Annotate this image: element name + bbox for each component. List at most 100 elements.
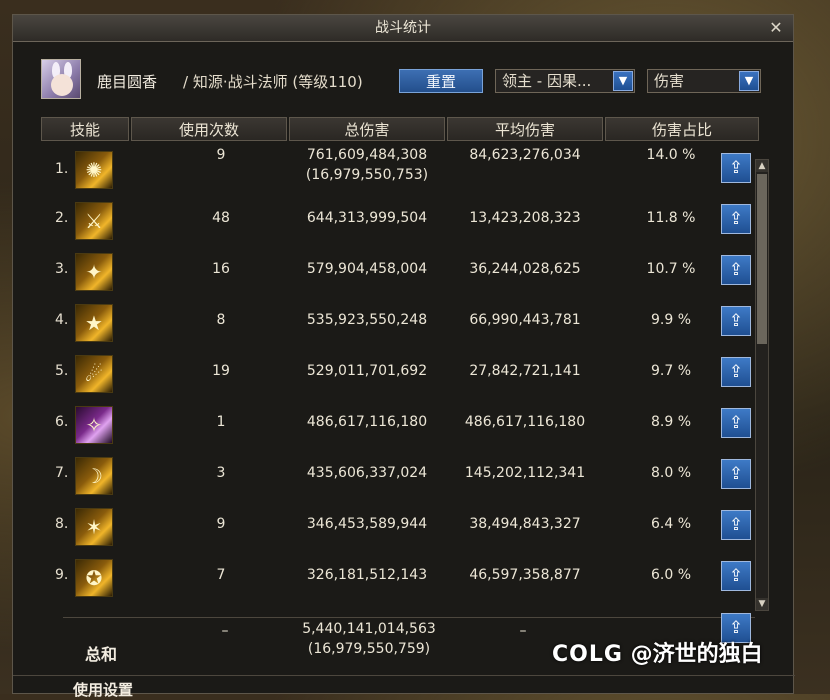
table-row: 8. ✶ 9 346,453,589,944 38,494,843,327 6.4 % ⇪ xyxy=(41,502,759,553)
row-total: 346,453,589,944 xyxy=(306,516,428,532)
row-avg: 486,617,116,180 xyxy=(464,414,586,430)
table-row: 6. ✧ 1 486,617,116,180 486,617,116,180 8.9 % ⇪ xyxy=(41,400,759,451)
row-pct: 14.0 % xyxy=(646,147,696,163)
share-icon[interactable]: ⇪ xyxy=(721,357,751,387)
row-uses: 19 xyxy=(212,363,230,379)
settings-button[interactable]: 使用设置 xyxy=(73,679,133,700)
total-damage-sub: (16,979,550,759) xyxy=(307,641,431,657)
scroll-down-icon[interactable]: ▼ xyxy=(756,598,768,610)
row-uses: 9 xyxy=(216,147,226,163)
row-total: 535,923,550,248 xyxy=(306,312,428,328)
skill-icon[interactable]: ☄ xyxy=(75,355,113,393)
table-row: 1. ✺ 9 761,609,484,308 (16,979,550,753) 84,62… xyxy=(41,145,759,196)
row-uses: 8 xyxy=(216,312,226,328)
table-row: 2. ⚔ 48 644,313,999,504 13,423,208,323 11.8 %… xyxy=(41,196,759,247)
row-total: 579,904,458,004 xyxy=(306,261,428,277)
watermark-brand: COLG xyxy=(552,642,623,667)
table-row: 3. ✦ 16 579,904,458,004 36,244,028,625 10.7 %… xyxy=(41,247,759,298)
share-icon[interactable]: ⇪ xyxy=(721,306,751,336)
row-pct: 8.9 % xyxy=(650,414,692,430)
chevron-down-icon: ▼ xyxy=(613,71,633,91)
row-total: 644,313,999,504 xyxy=(306,210,428,226)
row-uses: 1 xyxy=(216,414,226,430)
share-icon[interactable]: ⇪ xyxy=(721,561,751,591)
share-icon[interactable]: ⇪ xyxy=(721,204,751,234)
total-uses: – xyxy=(221,623,229,639)
reset-button[interactable]: 重置 xyxy=(399,69,483,93)
row-total: 529,011,701,692 xyxy=(306,363,428,379)
row-total-sub: (16,979,550,753) xyxy=(305,167,429,183)
row-avg: 27,842,721,141 xyxy=(469,363,581,379)
total-avg: – xyxy=(519,623,527,639)
scroll-up-icon[interactable]: ▲ xyxy=(756,160,768,172)
watermark-text: @济世的独白 xyxy=(630,642,763,667)
row-uses: 7 xyxy=(216,567,226,583)
scrollbar[interactable]: ▲ ▼ xyxy=(755,159,769,611)
row-pct: 9.9 % xyxy=(650,312,692,328)
target-dropdown[interactable]: 领主 - 因果... ▼ xyxy=(495,69,635,93)
watermark: COLG @济世的独白 xyxy=(552,636,763,668)
table-row: 9. ✪ 7 326,181,512,143 46,597,358,877 6.0 % ⇪ xyxy=(41,553,759,604)
row-pct: 9.7 % xyxy=(650,363,692,379)
total-damage: 5,440,141,014,563 xyxy=(302,621,436,637)
share-icon[interactable]: ⇪ xyxy=(721,255,751,285)
row-uses: 48 xyxy=(212,210,230,226)
row-uses: 9 xyxy=(216,516,226,532)
row-index: 1. xyxy=(55,161,69,177)
player-class: / 知源·战斗法师 (等级110) xyxy=(183,73,363,91)
skill-icon[interactable]: ✶ xyxy=(75,508,113,546)
row-index: 9. xyxy=(55,567,69,583)
skill-icon[interactable]: ★ xyxy=(75,304,113,342)
metric-dropdown-value: 伤害 xyxy=(654,72,685,90)
skill-table: 技能 使用次数 总伤害 平均伤害 伤害占比 1. ✺ 9 761,609,484,30… xyxy=(41,117,759,677)
row-total: 435,606,337,024 xyxy=(306,465,428,481)
row-pct: 11.8 % xyxy=(646,210,696,226)
player-name: 鹿目圆香 xyxy=(97,73,158,91)
row-pct: 6.0 % xyxy=(650,567,692,583)
metric-dropdown[interactable]: 伤害 ▼ xyxy=(647,69,761,93)
row-avg: 46,597,358,877 xyxy=(469,567,581,583)
row-uses: 3 xyxy=(216,465,226,481)
skill-icon[interactable]: ✦ xyxy=(75,253,113,291)
row-pct: 10.7 % xyxy=(646,261,696,277)
table-row: 4. ★ 8 535,923,550,248 66,990,443,781 9.9 % ⇪ xyxy=(41,298,759,349)
row-pct: 8.0 % xyxy=(650,465,692,481)
table-row: 7. ☽ 3 435,606,337,024 145,202,112,341 8.0 % ⇪ xyxy=(41,451,759,502)
share-icon[interactable]: ⇪ xyxy=(721,153,751,183)
column-header-pct: 伤害占比 xyxy=(605,117,759,141)
close-icon[interactable]: ✕ xyxy=(767,15,785,41)
column-header-skill: 技能 xyxy=(41,117,129,141)
row-index: 3. xyxy=(55,261,69,277)
chevron-down-icon: ▼ xyxy=(739,71,759,91)
scroll-thumb[interactable] xyxy=(757,174,767,344)
row-avg: 38,494,843,327 xyxy=(469,516,581,532)
row-total: 486,617,116,180 xyxy=(306,414,428,430)
skill-icon[interactable]: ✧ xyxy=(75,406,113,444)
row-index: 4. xyxy=(55,312,69,328)
row-avg: 66,990,443,781 xyxy=(469,312,581,328)
column-header-uses: 使用次数 xyxy=(131,117,287,141)
target-dropdown-value: 领主 - 因果... xyxy=(502,72,592,90)
row-avg: 36,244,028,625 xyxy=(469,261,581,277)
skill-icon[interactable]: ⚔ xyxy=(75,202,113,240)
row-avg: 13,423,208,323 xyxy=(469,210,581,226)
share-icon[interactable]: ⇪ xyxy=(721,408,751,438)
window-title: 战斗统计 xyxy=(375,20,431,36)
skill-icon[interactable]: ✪ xyxy=(75,559,113,597)
row-pct: 6.4 % xyxy=(650,516,692,532)
avatar xyxy=(41,59,81,99)
skill-icon[interactable]: ☽ xyxy=(75,457,113,495)
row-total: 326,181,512,143 xyxy=(306,567,428,583)
share-icon[interactable]: ⇪ xyxy=(721,459,751,489)
row-total: 761,609,484,308 xyxy=(306,147,428,163)
row-avg: 84,623,276,034 xyxy=(469,147,581,163)
row-index: 7. xyxy=(55,465,69,481)
table-row: 5. ☄ 19 529,011,701,692 27,842,721,141 9.7 % ⇪ xyxy=(41,349,759,400)
skill-icon[interactable]: ✺ xyxy=(75,151,113,189)
table-header: 技能 使用次数 总伤害 平均伤害 伤害占比 xyxy=(41,117,759,141)
column-header-total: 总伤害 xyxy=(289,117,445,141)
total-label: 总和 xyxy=(85,645,118,664)
share-icon[interactable]: ⇪ xyxy=(721,510,751,540)
row-index: 6. xyxy=(55,414,69,430)
row-uses: 16 xyxy=(212,261,230,277)
